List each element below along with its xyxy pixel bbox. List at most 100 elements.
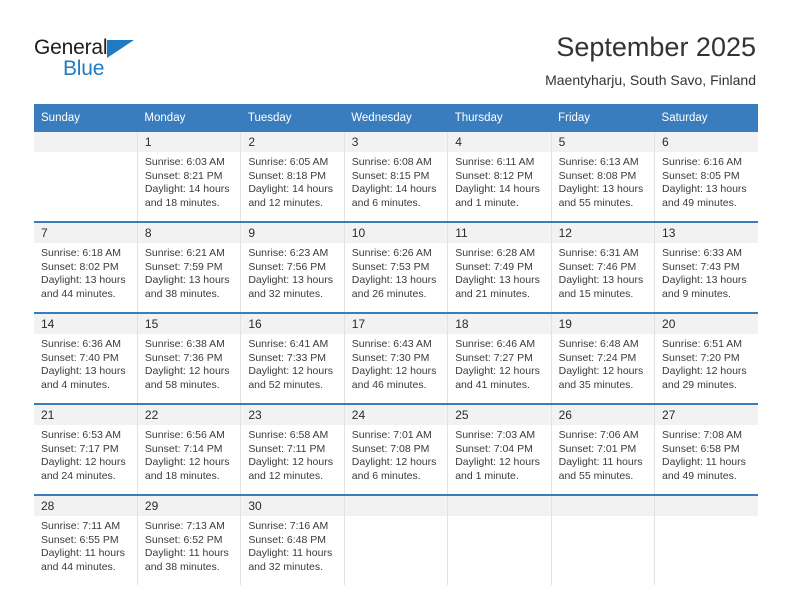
sunrise-text: Sunrise: 6:11 AM: [455, 156, 535, 168]
day-number: 24: [344, 405, 448, 425]
daylight-text-line2: and 29 minutes.: [662, 378, 737, 391]
sunset-text: Sunset: 6:55 PM: [41, 533, 119, 546]
sunrise-text: Sunrise: 6:13 AM: [558, 156, 639, 168]
calendar-day-cell[interactable]: 5 Sunrise: 6:13 AM Sunset: 8:08 PM Daylight…: [550, 132, 655, 222]
daylight-text-line1: Daylight: 14 hours: [455, 183, 540, 196]
daylight-text-line2: and 4 minutes.: [41, 378, 110, 391]
day-number: 25: [448, 405, 551, 425]
general-blue-logo[interactable]: General Blue: [34, 36, 174, 84]
day-number: 7: [34, 223, 137, 243]
daylight-text-line2: and 24 minutes.: [41, 469, 116, 482]
daylight-text-line1: Daylight: 14 hours: [351, 183, 437, 196]
calendar-day-cell[interactable]: 21 Sunrise: 6:53 AM Sunset: 7:17 PM Dayligh…: [34, 403, 138, 495]
day-number: 28: [34, 496, 137, 516]
calendar-day-cell[interactable]: 23 Sunrise: 6:58 AM Sunset: 7:11 PM Dayligh…: [240, 403, 345, 495]
calendar-day-cell[interactable]: 29 Sunrise: 7:13 AM Sunset: 6:52 PM Dayligh…: [136, 494, 241, 585]
day-number: 26: [551, 405, 655, 425]
calendar-week-row: 21 Sunrise: 6:53 AM Sunset: 7:17 PM Dayligh…: [34, 403, 758, 495]
sunrise-text: Sunrise: 6:21 AM: [144, 247, 225, 259]
sunrise-text: Sunrise: 6:28 AM: [455, 247, 536, 259]
daylight-text-line2: and 12 minutes.: [248, 196, 324, 209]
calendar-day-cell[interactable]: 20 Sunrise: 6:51 AM Sunset: 7:20 PM Dayligh…: [654, 312, 758, 404]
daylight-text-line2: and 38 minutes.: [144, 560, 220, 573]
calendar-day-cell[interactable]: 14 Sunrise: 6:36 AM Sunset: 7:40 PM Dayligh…: [34, 312, 138, 404]
title-block: September 2025 Maentyharju, South Savo, …: [545, 30, 756, 90]
daylight-text-line2: and 6 minutes.: [351, 469, 421, 482]
daylight-text-line2: and 15 minutes.: [558, 287, 634, 300]
calendar-day-cell[interactable]: 11 Sunrise: 6:28 AM Sunset: 7:49 PM Dayligh…: [447, 221, 552, 313]
day-number: 18: [448, 314, 551, 334]
calendar-body: 1 Sunrise: 6:03 AM Sunset: 8:21 PM Daylight…: [34, 132, 758, 585]
weekday-header-monday: Monday: [137, 104, 241, 132]
page-subtitle: Maentyharju, South Savo, Finland: [545, 72, 756, 88]
calendar-day-cell[interactable]: 12 Sunrise: 6:31 AM Sunset: 7:46 PM Dayligh…: [550, 221, 655, 313]
sunset-text: Sunset: 7:27 PM: [455, 351, 533, 364]
daylight-text-line1: Daylight: 13 hours: [144, 274, 230, 287]
daylight-text-line2: and 41 minutes.: [455, 378, 530, 391]
day-number: [448, 496, 551, 516]
sunrise-text: Sunrise: 6:33 AM: [662, 247, 742, 259]
day-number: 20: [655, 314, 758, 334]
calendar-day-cell[interactable]: 22 Sunrise: 6:56 AM Sunset: 7:14 PM Dayligh…: [136, 403, 241, 495]
calendar-day-cell[interactable]: 13 Sunrise: 6:33 AM Sunset: 7:43 PM Dayligh…: [654, 221, 758, 313]
sunset-text: Sunset: 7:11 PM: [248, 442, 326, 455]
calendar-day-cell[interactable]: 18 Sunrise: 6:46 AM Sunset: 7:27 PM Dayligh…: [447, 312, 552, 404]
calendar-day-cell[interactable]: 1 Sunrise: 6:03 AM Sunset: 8:21 PM Daylight…: [136, 132, 241, 222]
sunset-text: Sunset: 7:56 PM: [248, 260, 326, 273]
daylight-text-line1: Daylight: 13 hours: [662, 183, 747, 196]
sunset-text: Sunset: 7:40 PM: [41, 351, 119, 364]
calendar-day-cell[interactable]: 2 Sunrise: 6:05 AM Sunset: 8:18 PM Daylight…: [240, 132, 345, 222]
calendar-day-cell[interactable]: 6 Sunrise: 6:16 AM Sunset: 8:05 PM Daylight…: [654, 132, 758, 222]
calendar-day-cell[interactable]: [34, 132, 138, 222]
daylight-text-line1: Daylight: 12 hours: [248, 365, 333, 378]
daylight-text-line1: Daylight: 12 hours: [662, 365, 747, 378]
calendar-day-cell[interactable]: 19 Sunrise: 6:48 AM Sunset: 7:24 PM Dayligh…: [550, 312, 655, 404]
calendar-day-cell[interactable]: 17 Sunrise: 6:43 AM Sunset: 7:30 PM Dayligh…: [343, 312, 448, 404]
calendar-day-cell[interactable]: [654, 494, 758, 585]
daylight-text-line1: Daylight: 12 hours: [351, 456, 437, 469]
calendar-day-cell[interactable]: 15 Sunrise: 6:38 AM Sunset: 7:36 PM Dayligh…: [136, 312, 241, 404]
daylight-text-line2: and 55 minutes.: [558, 469, 634, 482]
day-number: 13: [655, 223, 758, 243]
sunset-text: Sunset: 8:05 PM: [662, 169, 740, 182]
day-number: [34, 132, 137, 152]
sunset-text: Sunset: 7:43 PM: [662, 260, 740, 273]
daylight-text-line1: Daylight: 13 hours: [455, 274, 540, 287]
calendar-day-cell[interactable]: 26 Sunrise: 7:06 AM Sunset: 7:01 PM Dayligh…: [550, 403, 655, 495]
day-number: 8: [137, 223, 241, 243]
daylight-text-line1: Daylight: 12 hours: [41, 456, 126, 469]
calendar-page: General Blue September 2025 Maentyharju,…: [0, 0, 792, 612]
weekday-header-wednesday: Wednesday: [344, 104, 448, 132]
calendar-day-cell[interactable]: 24 Sunrise: 7:01 AM Sunset: 7:08 PM Dayligh…: [343, 403, 448, 495]
page-header: General Blue September 2025 Maentyharju,…: [0, 0, 792, 104]
sunrise-text: Sunrise: 7:01 AM: [351, 429, 432, 441]
day-number: 29: [137, 496, 241, 516]
calendar-day-cell[interactable]: 4 Sunrise: 6:11 AM Sunset: 8:12 PM Daylight…: [447, 132, 552, 222]
sunset-text: Sunset: 6:48 PM: [248, 533, 326, 546]
calendar-day-cell[interactable]: 27 Sunrise: 7:08 AM Sunset: 6:58 PM Dayligh…: [654, 403, 758, 495]
daylight-text-line2: and 1 minute.: [455, 469, 519, 482]
sunset-text: Sunset: 7:53 PM: [351, 260, 430, 273]
calendar-day-cell[interactable]: 10 Sunrise: 6:26 AM Sunset: 7:53 PM Dayligh…: [343, 221, 448, 313]
sunrise-text: Sunrise: 6:26 AM: [351, 247, 432, 259]
sunset-text: Sunset: 7:30 PM: [351, 351, 430, 364]
calendar-day-cell[interactable]: 9 Sunrise: 6:23 AM Sunset: 7:56 PM Daylight…: [240, 221, 345, 313]
daylight-text-line1: Daylight: 12 hours: [144, 365, 230, 378]
day-number: [344, 496, 448, 516]
calendar-day-cell[interactable]: 16 Sunrise: 6:41 AM Sunset: 7:33 PM Dayligh…: [240, 312, 345, 404]
calendar-day-cell[interactable]: [343, 494, 448, 585]
daylight-text-line2: and 44 minutes.: [41, 287, 116, 300]
calendar-day-cell[interactable]: [447, 494, 552, 585]
calendar-day-cell[interactable]: [550, 494, 655, 585]
weekday-header-sunday: Sunday: [34, 104, 138, 132]
daylight-text-line1: Daylight: 12 hours: [455, 365, 540, 378]
daylight-text-line2: and 12 minutes.: [248, 469, 324, 482]
calendar-day-cell[interactable]: 28 Sunrise: 7:11 AM Sunset: 6:55 PM Dayligh…: [34, 494, 138, 585]
day-number: 23: [241, 405, 344, 425]
calendar-day-cell[interactable]: 30 Sunrise: 7:16 AM Sunset: 6:48 PM Dayligh…: [240, 494, 345, 585]
calendar-day-cell[interactable]: 7 Sunrise: 6:18 AM Sunset: 8:02 PM Daylight…: [34, 221, 138, 313]
calendar-day-cell[interactable]: 25 Sunrise: 7:03 AM Sunset: 7:04 PM Dayligh…: [447, 403, 552, 495]
calendar-day-cell[interactable]: 8 Sunrise: 6:21 AM Sunset: 7:59 PM Daylight…: [136, 221, 241, 313]
calendar-day-cell[interactable]: 3 Sunrise: 6:08 AM Sunset: 8:15 PM Daylight…: [343, 132, 448, 222]
logo-text-blue: Blue: [63, 57, 105, 80]
